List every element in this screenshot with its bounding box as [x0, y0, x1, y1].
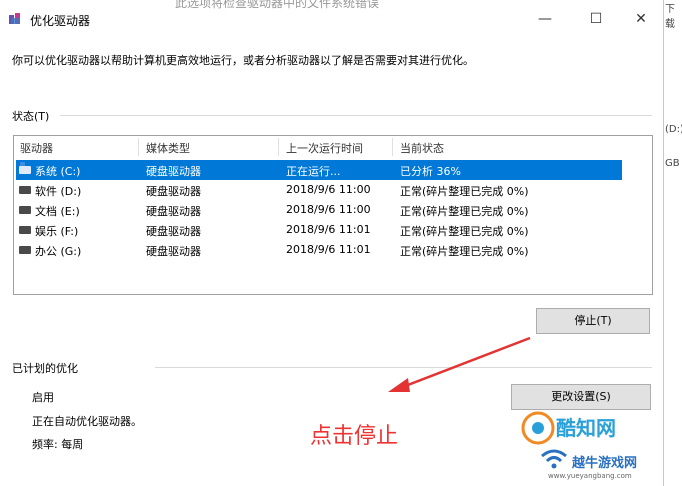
schedule-state: 启用 [32, 391, 54, 404]
system-drive-icon [19, 162, 31, 174]
drive-row-e[interactable]: 文档 (E:) 硬盘驱动器 2018/9/6 11:00 正常(碎片整理已完成 … [16, 200, 622, 220]
drive-media: 硬盘驱动器 [146, 185, 201, 198]
column-divider [392, 138, 393, 156]
column-status[interactable]: 当前状态 [400, 140, 444, 156]
hard-drive-icon [19, 246, 31, 254]
column-media[interactable]: 媒体类型 [146, 140, 190, 156]
watermark-logo-icon [521, 411, 555, 445]
watermark-url: www.yueyangbang.com [548, 472, 632, 480]
title-bar[interactable]: 此选项将检查驱动器中的文件系统错误 优化驱动器 — ☐ ✕ [0, 0, 664, 36]
annotation-text: 点击停止 [310, 424, 399, 449]
column-divider [278, 138, 279, 156]
wifi-watermark-icon [541, 449, 567, 469]
drive-last-run: 2018/9/6 11:01 [286, 223, 371, 236]
watermark-site-name: 越牛游戏网 [572, 456, 638, 471]
drive-state: 正常(碎片整理已完成 0%) [400, 245, 529, 258]
drives-list[interactable]: 驱动器 媒体类型 上一次运行时间 当前状态 系统 (C:) 硬盘驱动器 正在运行… [13, 135, 653, 295]
drive-state: 已分析 36% [400, 165, 461, 178]
drive-row-g[interactable]: 办公 (G:) 硬盘驱动器 2018/9/6 11:01 正常(碎片整理已完成 … [16, 240, 622, 260]
drive-name: 办公 (G:) [35, 245, 82, 258]
drive-row-f[interactable]: 娱乐 (F:) 硬盘驱动器 2018/9/6 11:01 正常(碎片整理已完成 … [16, 220, 622, 240]
description-text: 你可以优化驱动器以帮助计算机更高效地运行，或者分析驱动器以了解是否需要对其进行优… [12, 54, 474, 67]
drive-state: 正常(碎片整理已完成 0%) [400, 205, 529, 218]
hard-drive-icon [19, 226, 31, 234]
close-button[interactable]: ✕ [626, 8, 656, 30]
schedule-frequency: 频率: 每周 [32, 438, 84, 451]
scheduled-label: 已计划的优化 [12, 362, 78, 375]
watermark-text: 酷知网 [556, 416, 616, 440]
schedule-detail: 正在自动优化驱动器。 [32, 415, 142, 428]
side-text-gb: GB [665, 158, 680, 169]
column-divider [138, 138, 139, 156]
drive-row-c[interactable]: 系统 (C:) 硬盘驱动器 正在运行... 已分析 36% [16, 160, 622, 180]
minimize-button[interactable]: — [530, 8, 560, 30]
defrag-app-icon [9, 13, 20, 24]
drive-name: 文档 (E:) [35, 205, 80, 218]
drive-last-run: 2018/9/6 11:01 [286, 243, 371, 256]
drive-media: 硬盘驱动器 [146, 205, 201, 218]
drive-last-run: 2018/9/6 11:00 [286, 203, 371, 216]
column-last-run[interactable]: 上一次运行时间 [286, 140, 363, 156]
drive-name: 软件 (D:) [35, 185, 82, 198]
drive-last-run: 2018/9/6 11:00 [286, 183, 371, 196]
annotation-arrow [388, 336, 531, 392]
drive-state: 正常(碎片整理已完成 0%) [400, 225, 529, 238]
maximize-button[interactable]: ☐ [581, 8, 611, 30]
drive-media: 硬盘驱动器 [146, 245, 201, 258]
window-title: 优化驱动器 [30, 14, 91, 28]
drive-name: 系统 (C:) [35, 165, 81, 178]
drive-last-run: 正在运行... [286, 165, 341, 178]
drive-name: 娱乐 (F:) [35, 225, 79, 238]
drive-row-d[interactable]: 软件 (D:) 硬盘驱动器 2018/9/6 11:00 正常(碎片整理已完成 … [16, 180, 622, 200]
stop-button[interactable]: 停止(T) [536, 308, 650, 334]
drive-state: 正常(碎片整理已完成 0%) [400, 185, 529, 198]
status-separator [60, 115, 652, 116]
background-window-text: 此选项将检查驱动器中的文件系统错误 [175, 0, 380, 10]
status-label: 状态(T) [12, 110, 50, 123]
drive-media: 硬盘驱动器 [146, 165, 201, 178]
hard-drive-icon [19, 206, 31, 214]
side-text-d: (D:) [665, 124, 682, 135]
side-text-download: 下载 [665, 4, 675, 30]
column-drive[interactable]: 驱动器 [20, 140, 53, 156]
hard-drive-icon [19, 186, 31, 194]
drive-media: 硬盘驱动器 [146, 225, 201, 238]
